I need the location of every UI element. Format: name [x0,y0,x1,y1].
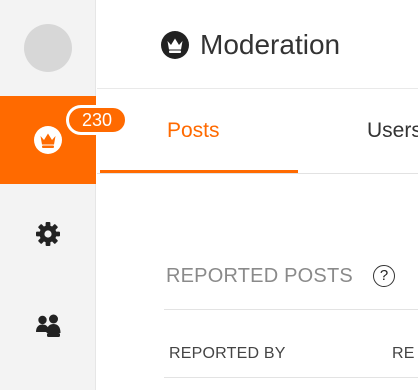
column-header-second[interactable]: RE [392,343,415,365]
page-header: Moderation [97,0,418,89]
section-divider [164,309,418,310]
users-icon [33,311,63,341]
gear-icon [35,221,61,247]
tab-bar: Posts Users [97,89,418,174]
column-header-reported-by[interactable]: REPORTED BY [169,343,286,365]
sidebar-item-users[interactable] [0,294,96,358]
section-title: REPORTED POSTS [166,265,353,287]
crown-icon [33,125,63,155]
moderation-app: 230 Moderation Posts Users REPORTED POST… [0,0,418,390]
sidebar-item-settings[interactable] [0,202,96,266]
page-title: Moderation [200,29,341,60]
help-icon[interactable]: ? [373,265,395,287]
sidebar [0,0,96,390]
tab-users[interactable]: Users [367,89,418,173]
tab-posts[interactable]: Posts [100,89,298,173]
crown-icon [160,30,190,60]
avatar[interactable] [24,24,72,72]
table-header-divider [164,377,418,378]
